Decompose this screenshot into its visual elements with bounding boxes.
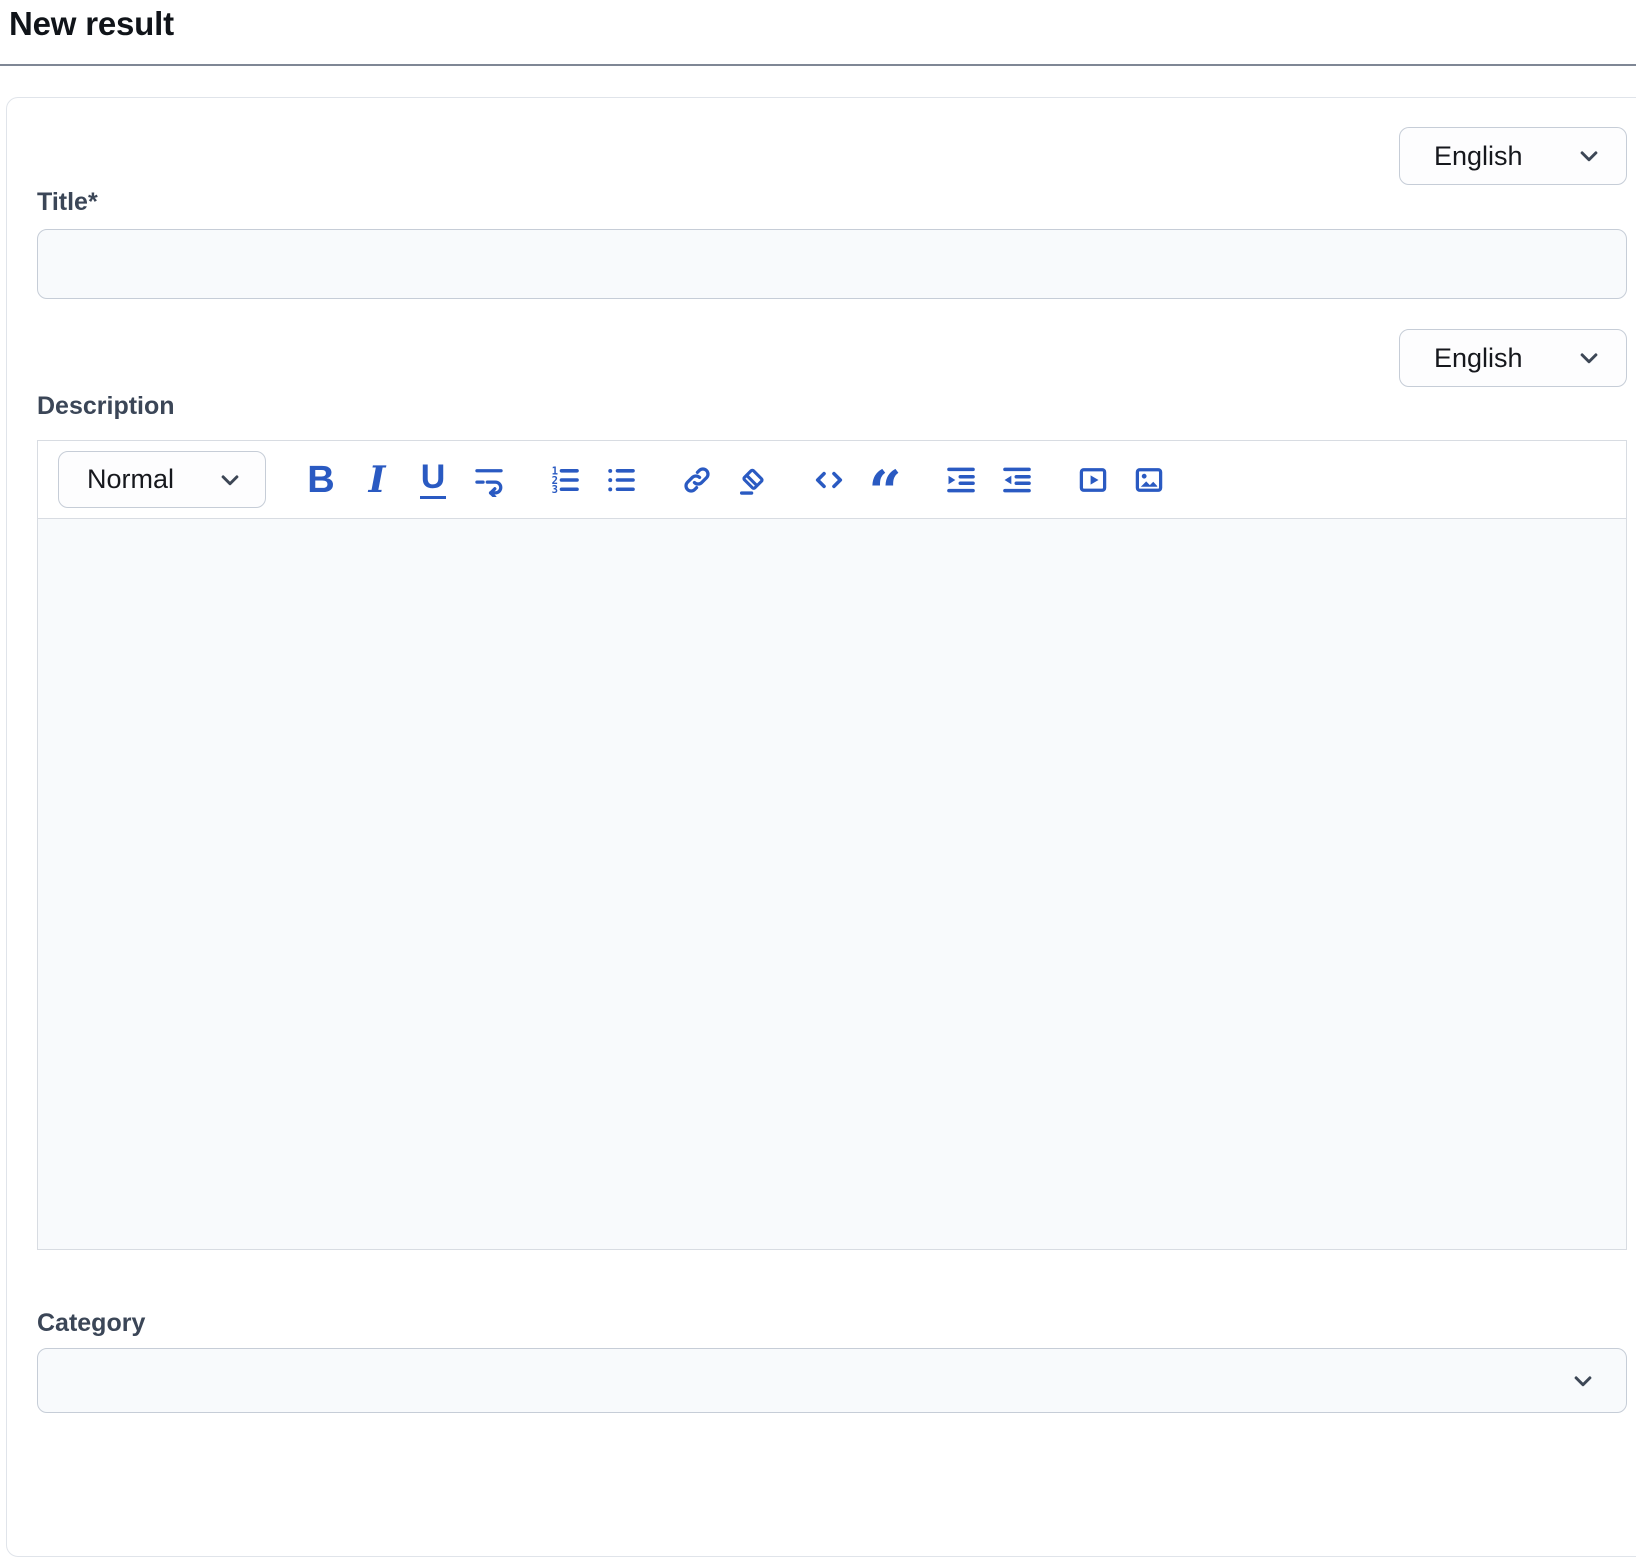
- title-language-select[interactable]: English: [1399, 127, 1627, 185]
- link-button[interactable]: [678, 460, 716, 500]
- description-language-row: English: [37, 329, 1627, 387]
- image-button[interactable]: [1130, 460, 1168, 500]
- toolbar-group: [678, 460, 772, 500]
- text-wrap-button[interactable]: [470, 460, 508, 500]
- new-result-form-card: English Title* English Description Norma…: [6, 97, 1636, 1557]
- italic-button[interactable]: I: [358, 460, 396, 500]
- bold-icon: B: [307, 461, 334, 499]
- description-language-value: English: [1434, 343, 1523, 374]
- toolbar-group: 123: [546, 460, 640, 500]
- blockquote-icon: “: [868, 462, 901, 497]
- title-language-row: English: [37, 127, 1627, 185]
- description-label: Description: [37, 391, 1627, 421]
- indent-increase-icon: [944, 463, 978, 497]
- chevron-down-icon: [215, 465, 245, 495]
- chevron-down-icon: [1574, 141, 1604, 171]
- ordered-list-button[interactable]: 123: [546, 460, 584, 500]
- category-select[interactable]: [37, 1348, 1627, 1413]
- page-title: New result: [0, 0, 1636, 46]
- new-result-page: New result English Title* English Descri…: [0, 0, 1636, 1412]
- clean-format-button[interactable]: [734, 460, 772, 500]
- indent-decrease-button[interactable]: [998, 460, 1036, 500]
- ordered-list-icon: 123: [548, 463, 582, 497]
- toolbar-group: “: [810, 460, 904, 500]
- category-label: Category: [37, 1308, 1627, 1338]
- toolbar-icon-groups: BIU 123 “: [302, 460, 1168, 500]
- editor-content-area[interactable]: [38, 519, 1626, 1249]
- toolbar-group: [942, 460, 1036, 500]
- code-icon: [812, 463, 846, 497]
- toolbar-group: [1074, 460, 1168, 500]
- chevron-down-icon: [1574, 343, 1604, 373]
- underline-icon: U: [420, 460, 447, 499]
- video-icon: [1076, 463, 1110, 497]
- clean-format-icon: [736, 463, 770, 497]
- underline-button[interactable]: U: [414, 460, 452, 500]
- indent-decrease-icon: [1000, 463, 1034, 497]
- chevron-down-icon: [1568, 1366, 1598, 1396]
- video-button[interactable]: [1074, 460, 1112, 500]
- italic-icon: I: [369, 462, 386, 498]
- paragraph-format-value: Normal: [87, 464, 174, 495]
- bullet-list-icon: [604, 463, 638, 497]
- bold-button[interactable]: B: [302, 460, 340, 500]
- description-language-select[interactable]: English: [1399, 329, 1627, 387]
- blockquote-button[interactable]: “: [866, 460, 904, 500]
- title-language-value: English: [1434, 141, 1523, 172]
- link-icon: [680, 463, 714, 497]
- editor-toolbar: Normal BIU 123 “: [38, 441, 1626, 519]
- toolbar-group: BIU: [302, 460, 508, 500]
- header-divider: [0, 64, 1636, 66]
- rich-text-editor: Normal BIU 123 “: [37, 440, 1627, 1250]
- text-wrap-icon: [472, 463, 506, 497]
- title-input[interactable]: [37, 229, 1627, 299]
- image-icon: [1132, 463, 1166, 497]
- svg-text:3: 3: [552, 483, 558, 496]
- indent-increase-button[interactable]: [942, 460, 980, 500]
- code-button[interactable]: [810, 460, 848, 500]
- bullet-list-button[interactable]: [602, 460, 640, 500]
- title-label: Title*: [37, 187, 1627, 217]
- paragraph-format-select[interactable]: Normal: [58, 451, 266, 508]
